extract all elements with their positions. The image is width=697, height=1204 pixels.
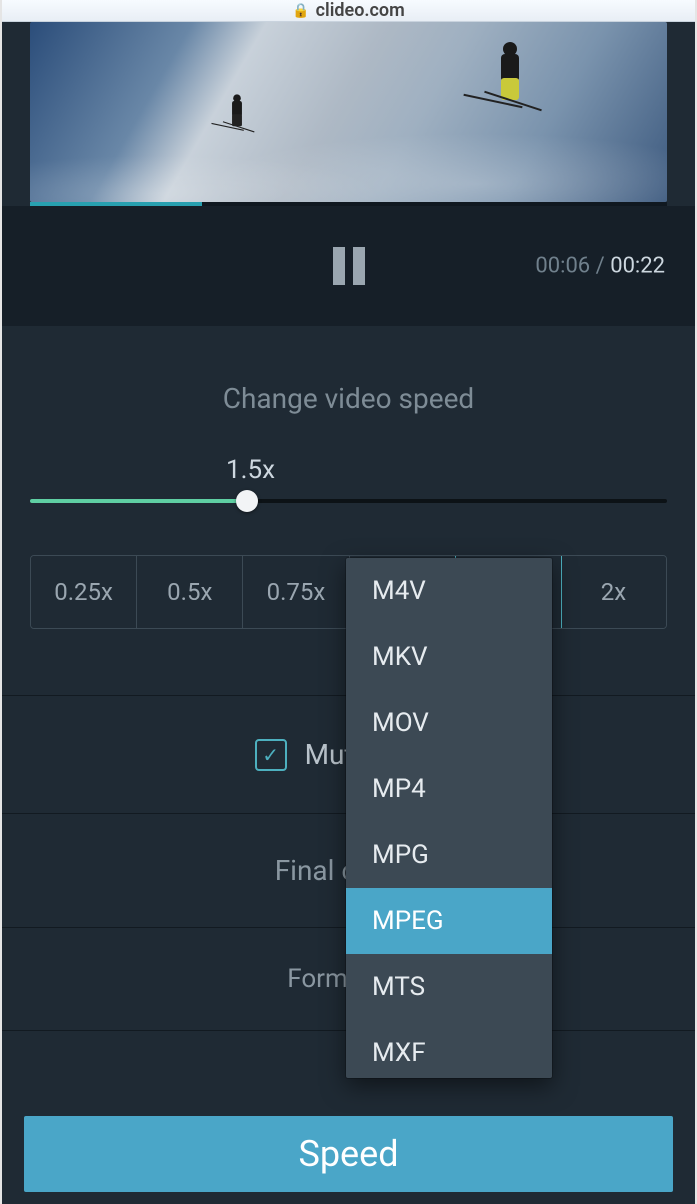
speed-preset-2x[interactable]: 2x [561,556,666,628]
format-option-mov[interactable]: MOV [346,690,552,756]
player-controls: 00:06 / 00:22 [0,206,697,326]
speed-submit-button[interactable]: Speed [24,1116,673,1192]
check-icon: ✓ [262,743,279,767]
video-preview[interactable] [30,22,667,202]
time-display: 00:06 / 00:22 [535,254,665,279]
speed-slider[interactable]: 1.5x [0,455,697,503]
format-dropdown[interactable]: M4VMKVMOVMP4MPGMPEGMTSMXF [346,558,552,1078]
skier-icon [228,96,247,129]
slider-fill [30,499,247,503]
mute-checkbox[interactable]: ✓ [255,739,287,771]
format-option-mpeg[interactable]: MPEG [346,888,552,954]
video-pane [0,22,697,206]
speed-preset-0_5x[interactable]: 0.5x [137,556,243,628]
pause-button[interactable] [333,247,365,285]
slider-track[interactable] [30,499,667,503]
skier-icon [493,44,527,104]
total-time: 00:22 [610,254,665,279]
format-option-mxf[interactable]: MXF [346,1020,552,1078]
browser-domain: clideo.com [316,0,405,21]
browser-address-bar: 🔒 clideo.com [0,0,697,22]
time-separator: / [596,254,605,279]
format-option-mkv[interactable]: MKV [346,624,552,690]
speed-button-label: Speed [298,1133,398,1175]
format-option-mpg[interactable]: MPG [346,822,552,888]
lock-icon: 🔒 [292,3,309,19]
slider-thumb[interactable] [236,490,258,512]
speed-preset-0_75x[interactable]: 0.75x [243,556,349,628]
speed-preset-0_25x[interactable]: 0.25x [31,556,137,628]
speed-value-label: 1.5x [226,455,667,485]
format-option-mts[interactable]: MTS [346,954,552,1020]
current-time: 00:06 [535,254,590,279]
pause-icon [333,247,345,285]
section-title: Change video speed [0,326,697,455]
pause-icon [353,247,365,285]
format-option-mp4[interactable]: MP4 [346,756,552,822]
format-option-m4v[interactable]: M4V [346,558,552,624]
